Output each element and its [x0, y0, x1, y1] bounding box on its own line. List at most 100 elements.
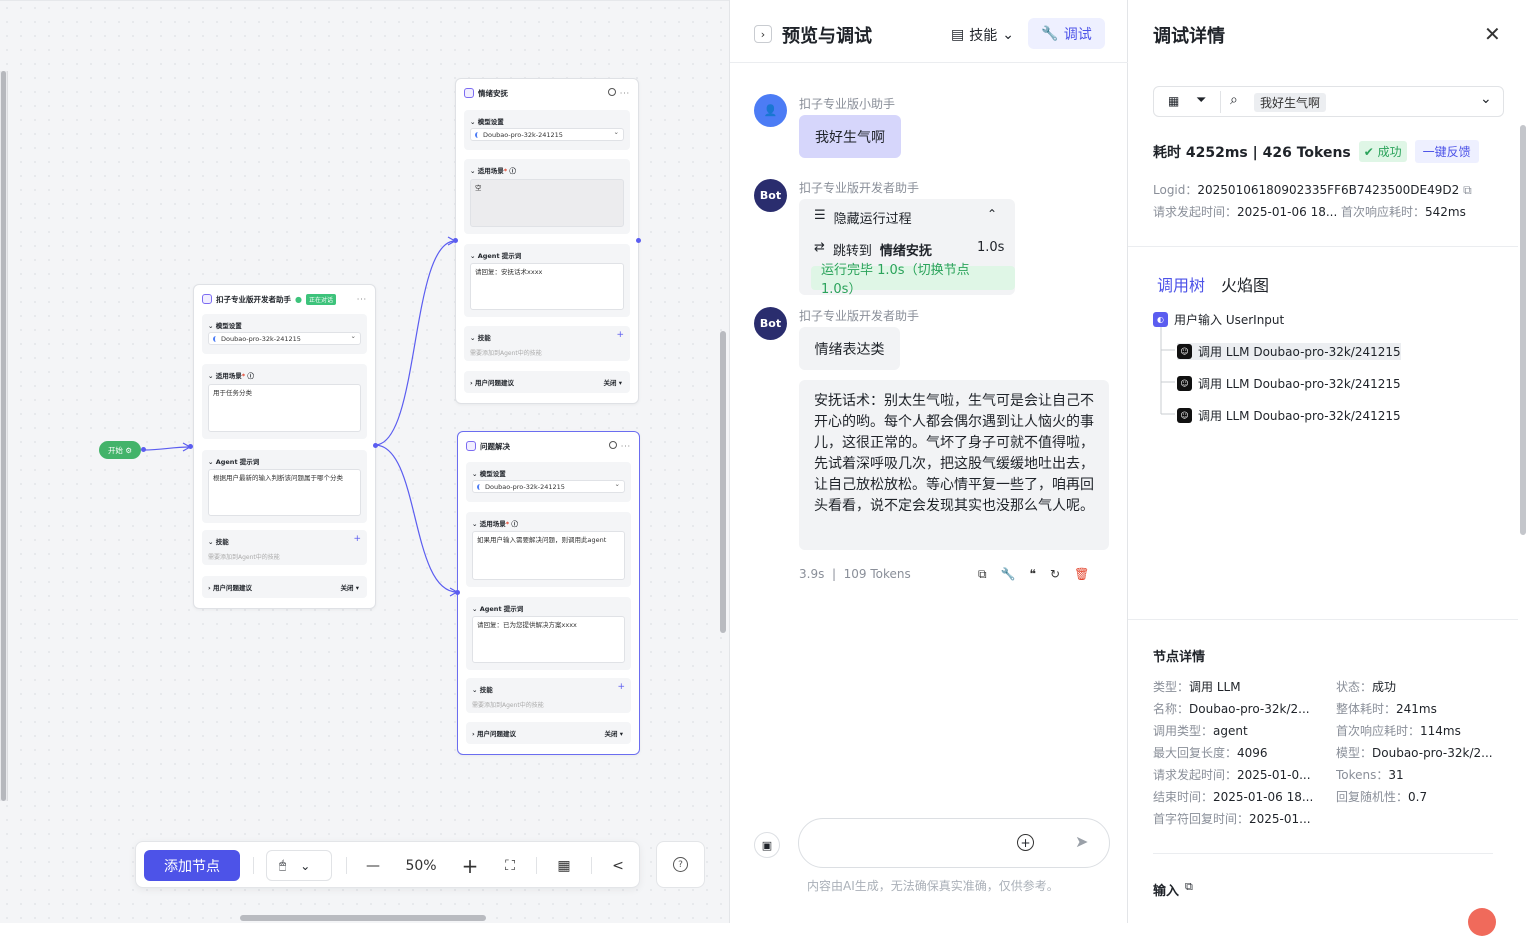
- add-icon[interactable]: +: [1017, 834, 1034, 851]
- solve-input-port[interactable]: [455, 590, 460, 595]
- suggest-section[interactable]: › 用户问题建议 关闭 ▾: [464, 371, 630, 393]
- run-toggle[interactable]: ☰ 隐藏运行过程: [814, 208, 912, 227]
- detail-kv: 结束时间：2025-01-06 18...: [1153, 790, 1314, 804]
- canvas-toolbar: 添加节点 🖱 ⌄ — 50% + ⛶ ▦ <: [135, 841, 640, 888]
- start-node[interactable]: 开始 ⚙: [99, 441, 141, 459]
- preview-title: 预览与调试: [782, 26, 872, 47]
- workflow-canvas[interactable]: 开始 ⚙ 扣子专业版开发者助手 ● 正在对话 ··· ⌄ 模型设置 Doubao-pro…: [0, 0, 729, 923]
- scene-textarea[interactable]: 如果用户输入需要解决问题，则调用此agent: [472, 531, 625, 580]
- emotion-input-port[interactable]: [453, 238, 458, 243]
- prompt-textarea[interactable]: 根据用户最新的输入判断该问题属于哪个分类: [208, 469, 361, 516]
- debug-button[interactable]: 🔧 调试: [1028, 18, 1105, 49]
- tree-node-llm[interactable]: ☺ 调用 LLM Doubao-pro-32k/241215: [1177, 407, 1401, 424]
- user-avatar: 👤: [754, 94, 787, 127]
- model-select[interactable]: Doubao-pro-32k-241215: [208, 332, 361, 345]
- detail-kv: 回复随机性：0.7: [1336, 790, 1428, 804]
- bot-avatar: Bot: [754, 179, 787, 212]
- floating-avatar[interactable]: [1468, 908, 1496, 936]
- attachment-button[interactable]: ▣: [754, 832, 780, 858]
- node-detail-title: 节点详情: [1153, 650, 1206, 665]
- briefcase-icon: ▣: [761, 838, 773, 852]
- skill-dropdown[interactable]: ▤ 技能 ⌄: [951, 25, 1014, 45]
- add-node-button[interactable]: 添加节点: [144, 850, 240, 881]
- auto-layout-button[interactable]: ▦: [552, 850, 576, 881]
- more-icon[interactable]: ···: [608, 88, 630, 98]
- prompt-textarea[interactable]: 请回复：安抚话术xxxx: [470, 263, 624, 310]
- skill-section: ⌄ 技能 + 需要添加到Agent中的技能: [464, 326, 630, 361]
- scene-textarea[interactable]: 空: [470, 179, 624, 227]
- solve-agent-node[interactable]: 问题解决 ··· ⌄ 模型设置Doubao-pro-32k-241215 ⌄ 适…: [457, 431, 640, 755]
- chevron-down-icon: ⌄: [1002, 27, 1014, 43]
- add-skill-icon[interactable]: +: [353, 534, 361, 544]
- chevron-up-icon[interactable]: ⌃: [987, 207, 997, 221]
- quote-icon[interactable]: ❝: [1030, 567, 1036, 582]
- preview-panel: › 预览与调试 ▤ 技能 ⌄ 🔧 调试 👤 扣子专业版小助手 我好生气啊 Bot 扣子…: [729, 0, 1129, 923]
- model-section: ⌄ 模型设置 Doubao-pro-32k-241215: [202, 314, 367, 354]
- user-message: 我好生气啊: [799, 115, 901, 158]
- add-skill-icon[interactable]: +: [616, 330, 624, 340]
- refresh-icon[interactable]: ↻: [1050, 567, 1060, 582]
- collapse-button[interactable]: <: [606, 850, 630, 881]
- suggest-section[interactable]: › 用户问题建议 关闭 ▾: [202, 576, 367, 598]
- collapse-panel-button[interactable]: ›: [754, 25, 772, 43]
- more-icon[interactable]: ···: [609, 441, 631, 451]
- main-agent-node[interactable]: 扣子专业版开发者助手 ● 正在对话 ··· ⌄ 模型设置 Doubao-pro-32k-…: [193, 284, 376, 609]
- detail-kv: 调用类型：agent: [1153, 724, 1248, 738]
- jump-step: ⇄ 跳转到 情绪安抚: [814, 240, 932, 259]
- run-done-tag: 运行完毕 1.0s（切换节点 1.0s）: [811, 263, 1015, 297]
- add-skill-icon[interactable]: +: [617, 682, 625, 692]
- list-icon: ☰: [814, 208, 826, 223]
- tree-node-llm[interactable]: ☺ 调用 LLM Doubao-pro-32k/241215: [1177, 343, 1401, 360]
- prompt-section: ⌄ Agent 提示词 根据用户最新的输入判断该问题属于哪个分类: [202, 450, 367, 523]
- detail-kv: 状态：成功: [1336, 680, 1397, 694]
- model-select[interactable]: Doubao-pro-32k-241215: [470, 128, 624, 141]
- detail-kv: 最大回复长度：4096: [1153, 746, 1268, 760]
- detail-kv: 首次响应耗时：114ms: [1336, 724, 1461, 738]
- fit-view-button[interactable]: ⛶: [498, 850, 522, 881]
- copy-icon[interactable]: ⧉: [978, 567, 987, 582]
- scene-textarea[interactable]: 用于任务分类: [208, 384, 361, 432]
- zoom-level[interactable]: 50%: [398, 850, 444, 881]
- delete-icon[interactable]: 🗑: [1074, 567, 1089, 582]
- tree-root[interactable]: ◐ 用户输入 UserInput: [1153, 311, 1284, 328]
- interaction-mode-select[interactable]: 🖱 ⌄: [266, 850, 332, 881]
- detail-kv: 名称：Doubao-pro-32k/2...: [1153, 702, 1310, 716]
- jump-time: 1.0s: [977, 240, 1005, 255]
- debug-icon[interactable]: 🔧: [1001, 567, 1016, 582]
- prompt-section: ⌄ Agent 提示词 请回复：已为您提供解决方案xxxx: [466, 597, 631, 670]
- scene-section: ⌄ 适用场景* ⓘ 用于任务分类: [202, 364, 367, 439]
- status-badge: 正在对话: [305, 293, 336, 305]
- skill-section: ⌄ 技能 + 需要添加到Agent中的技能: [466, 678, 631, 713]
- send-icon[interactable]: ➤: [1075, 832, 1088, 851]
- copy-icon[interactable]: ⧉: [1185, 880, 1193, 899]
- bot-name: 扣子专业版开发者助手: [799, 309, 920, 323]
- detail-kv: 模型：Doubao-pro-32k/2...: [1336, 746, 1493, 760]
- model-section: ⌄ 模型设置 Doubao-pro-32k-241215: [464, 110, 630, 150]
- agent-icon: [464, 88, 474, 98]
- zoom-in-button[interactable]: +: [458, 850, 482, 881]
- detail-kv: 请求发起时间：2025-01-0...: [1153, 768, 1311, 782]
- scene-section: ⌄ 适用场景* ⓘ 空: [464, 159, 630, 234]
- detail-kv: 首字符回复时间：2025-01...: [1153, 812, 1311, 826]
- suggest-section[interactable]: › 用户问题建议 关闭 ▾: [466, 722, 631, 744]
- main-output-port[interactable]: [373, 443, 378, 448]
- prompt-section: ⌄ Agent 提示词 请回复：安抚话术xxxx: [464, 244, 630, 317]
- debug-details-panel: 调试详情 ✕ ▦ ⏷ ⌕ 我好生气啊 ⌄ 耗时 4252ms | 426 Tok…: [1128, 0, 1528, 936]
- location-pin-icon: ●: [295, 294, 302, 304]
- start-output-port[interactable]: [141, 447, 146, 452]
- llm-icon: ☺: [1177, 408, 1192, 423]
- emotion-agent-node[interactable]: 情绪安抚 ··· ⌄ 模型设置Doubao-pro-32k-241215 ⌄ 适…: [455, 78, 639, 404]
- agent-icon: [466, 441, 476, 451]
- help-button[interactable]: ?: [656, 841, 705, 888]
- model-select[interactable]: Doubao-pro-32k-241215: [472, 480, 625, 493]
- zoom-out-button[interactable]: —: [361, 850, 385, 881]
- user-input-icon: ◐: [1153, 312, 1168, 327]
- main-input-port[interactable]: [188, 444, 193, 449]
- wrench-icon: 🔧: [1041, 25, 1059, 42]
- mouse-icon: 🖱: [279, 858, 287, 872]
- chat-input[interactable]: + ➤: [798, 818, 1110, 868]
- tree-node-llm[interactable]: ☺ 调用 LLM Doubao-pro-32k/241215: [1177, 375, 1401, 392]
- prompt-textarea[interactable]: 请回复：已为您提供解决方案xxxx: [472, 616, 625, 663]
- more-icon[interactable]: ···: [357, 295, 367, 304]
- emotion-output-port[interactable]: [636, 238, 641, 243]
